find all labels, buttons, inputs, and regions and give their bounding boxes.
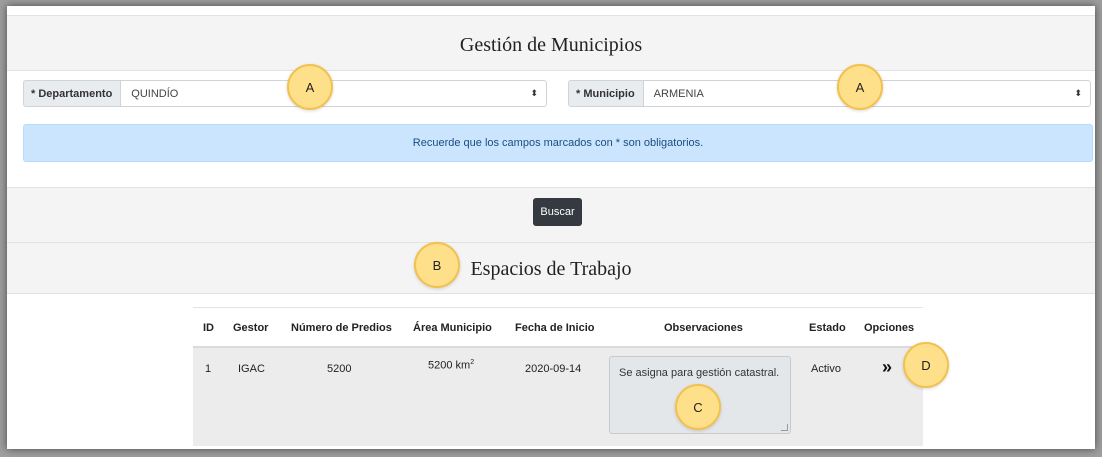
cell-id: 1: [205, 363, 212, 375]
column-header-estado: Estado: [809, 322, 846, 334]
column-header-area: Área Municipio: [413, 322, 492, 334]
double-chevron-right-icon[interactable]: »: [882, 357, 892, 378]
resize-handle-icon[interactable]: [781, 424, 788, 431]
observaciones-text: Se asigna para gestión catastral.: [619, 367, 780, 379]
annotation-marker-d: D: [903, 342, 949, 388]
cell-predios: 5200: [327, 363, 352, 375]
table-row: 1 IGAC 5200 5200 km2 2020-09-14 Se asign…: [193, 346, 923, 446]
page-title: Gestión de Municipios: [459, 34, 643, 56]
search-button[interactable]: Buscar: [533, 198, 582, 226]
app-frame: Gestión de Municipios * Departamento QUI…: [7, 6, 1095, 449]
select-caret-icon: ⬍: [1074, 88, 1082, 98]
workspaces-table: ID Gestor Número de Predios Área Municip…: [193, 307, 923, 446]
column-header-observaciones: Observaciones: [664, 322, 743, 334]
cell-estado: Activo: [811, 363, 841, 375]
required-fields-alert: Recuerde que los campos marcados con * s…: [23, 124, 1093, 162]
workspaces-title: Espacios de Trabajo: [470, 258, 632, 280]
column-header-gestor: Gestor: [233, 322, 269, 334]
departamento-group: * Departamento QUINDÍO ⬍: [23, 80, 547, 107]
departamento-label: * Departamento: [23, 80, 121, 107]
cell-fecha: 2020-09-14: [525, 363, 582, 375]
departamento-select[interactable]: QUINDÍO ⬍: [120, 80, 547, 107]
departamento-value: QUINDÍO: [131, 87, 179, 100]
municipio-group: * Municipio ARMENIA ⬍: [568, 80, 1091, 107]
column-header-id: ID: [203, 322, 214, 334]
column-header-predios: Número de Predios: [291, 322, 392, 334]
area-superscript: 2: [470, 359, 475, 366]
annotation-marker-a: A: [837, 64, 883, 110]
cell-gestor: IGAC: [238, 363, 265, 375]
annotation-marker-a: A: [287, 64, 333, 110]
municipio-value: ARMENIA: [653, 87, 704, 100]
alert-text: Recuerde que los campos marcados con * s…: [412, 137, 704, 149]
municipio-label: * Municipio: [568, 80, 643, 107]
area-value: 5200 km: [428, 359, 471, 372]
column-header-fecha: Fecha de Inicio: [515, 322, 595, 334]
title-header: Gestión de Municipios: [7, 15, 1095, 71]
column-header-opciones: Opciones: [864, 322, 915, 334]
select-caret-icon: ⬍: [530, 88, 538, 98]
annotation-marker-b: B: [414, 242, 460, 288]
workspaces-header: Espacios de Trabajo: [7, 242, 1095, 294]
annotation-marker-c: C: [675, 384, 721, 430]
cell-area: 5200 km2: [428, 359, 474, 372]
